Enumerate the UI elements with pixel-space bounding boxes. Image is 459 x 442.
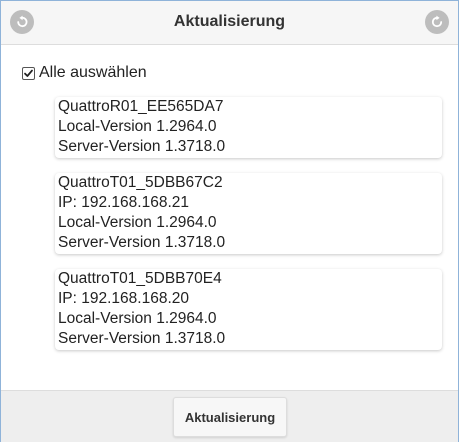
device-name: QuattroT01_5DBB70E4 (58, 270, 222, 287)
select-all-toggle[interactable]: Alle auswählen (22, 64, 147, 82)
update-dialog: Aktualisierung Alle auswählen QuattroR01… (0, 0, 459, 442)
device-card[interactable]: QuattroT01_5DBB67C2 IP: 192.168.168.21 L… (55, 173, 442, 254)
device-name: QuattroT01_5DBB67C2 (58, 174, 223, 191)
select-all-checkbox[interactable] (22, 66, 35, 80)
device-local-version: Local-Version 1.2964.0 (58, 310, 217, 327)
page-title: Aktualisierung (173, 13, 286, 30)
device-server-version: Server-Version 1.3718.0 (58, 330, 226, 347)
select-all-label: Alle auswählen (39, 64, 147, 81)
device-ip: IP: 192.168.168.20 (58, 290, 190, 307)
footer-bar: Aktualisierung (1, 390, 458, 442)
refresh-icon (431, 15, 443, 28)
device-local-version: Local-Version 1.2964.0 (58, 118, 217, 135)
device-local-version: Local-Version 1.2964.0 (58, 214, 217, 231)
checkmark-icon (24, 69, 33, 77)
refresh-button[interactable] (425, 10, 449, 34)
update-button[interactable]: Aktualisierung (173, 397, 287, 437)
device-card[interactable]: QuattroT01_5DBB70E4 IP: 192.168.168.20 L… (55, 269, 442, 350)
device-server-version: Server-Version 1.3718.0 (58, 234, 226, 251)
header-bar: Aktualisierung (1, 1, 458, 45)
device-card[interactable]: QuattroR01_EE565DA7 Local-Version 1.2964… (55, 97, 442, 158)
device-ip: IP: 192.168.168.21 (58, 194, 190, 211)
device-name: QuattroR01_EE565DA7 (58, 98, 224, 115)
device-server-version: Server-Version 1.3718.0 (58, 138, 226, 155)
